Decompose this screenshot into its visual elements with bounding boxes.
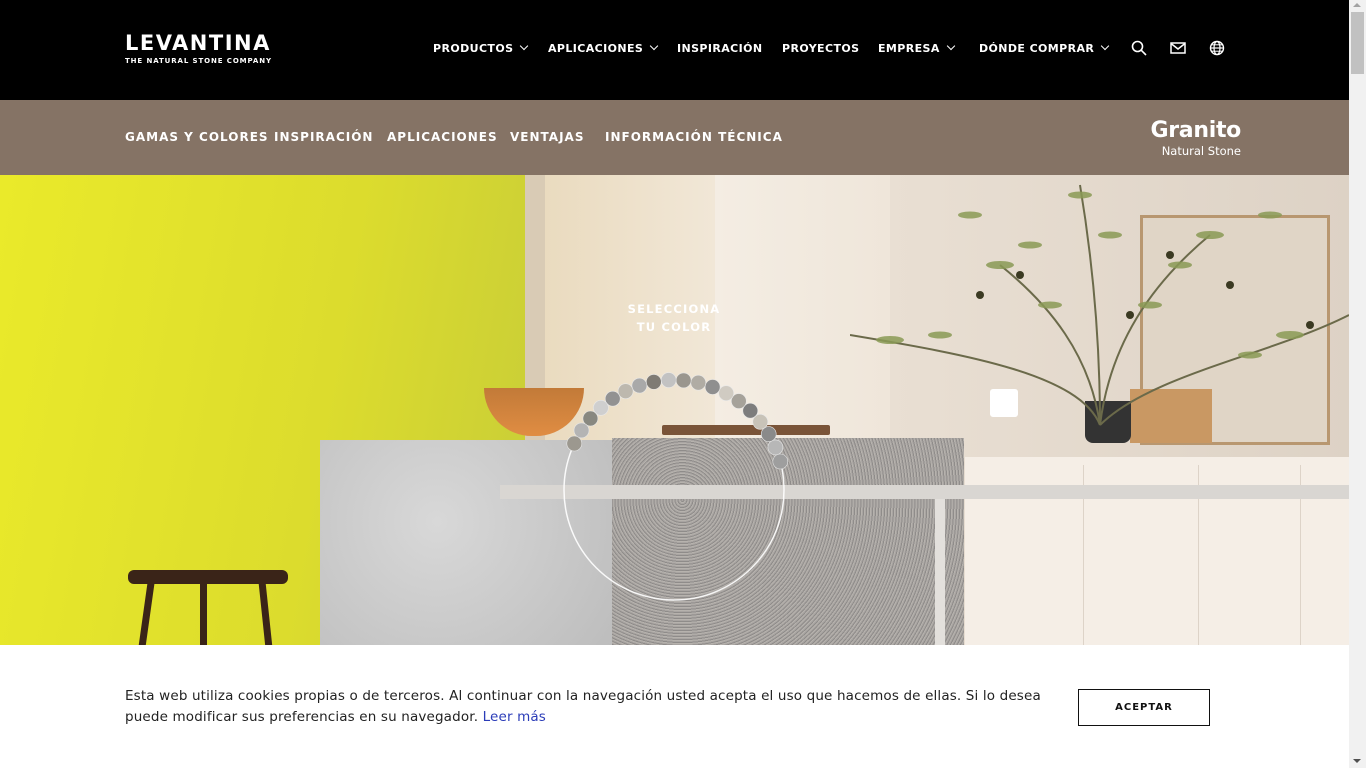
globe-icon[interactable] — [1209, 40, 1225, 56]
cookie-text: Esta web utiliza cookies propias o de te… — [125, 688, 1041, 725]
nav-inspiracion[interactable]: INSPIRACIÓN — [677, 40, 762, 56]
nav-aplicaciones[interactable]: APLICACIONES — [548, 40, 659, 56]
olive-plant — [850, 184, 1349, 426]
scrollbar-thumb[interactable] — [1351, 12, 1364, 74]
subnav-informacion-tecnica[interactable]: INFORMACIÓN TÉCNICA — [605, 130, 783, 144]
nav-label: EMPRESA — [878, 41, 940, 55]
mail-icon[interactable] — [1170, 40, 1186, 56]
nav-label: PRODUCTOS — [433, 41, 514, 55]
white-stone-block — [320, 440, 612, 645]
nav-label: PROYECTOS — [782, 41, 860, 55]
nav-donde-comprar[interactable]: DÓNDE COMPRAR — [979, 40, 1110, 56]
nav-proyectos[interactable]: PROYECTOS — [782, 40, 859, 56]
select-color-line2: TU COLOR — [636, 320, 712, 334]
chevron-down-icon — [1101, 41, 1110, 51]
product-brand: Granito Natural Stone — [1151, 118, 1242, 158]
nav-productos[interactable]: PRODUCTOS — [433, 40, 529, 56]
logo-wordmark: LEVANTINA — [125, 31, 271, 55]
subnav-aplicaciones[interactable]: APLICACIONES — [387, 130, 498, 144]
read-more-link[interactable]: Leer más — [483, 709, 546, 725]
chevron-down-icon — [520, 41, 529, 51]
scroll-up-arrow-icon[interactable] — [1353, 3, 1361, 7]
chevron-down-icon — [649, 41, 659, 51]
nav-label: APLICACIONES — [548, 41, 644, 55]
subnav-ventajas[interactable]: VENTAJAS — [510, 130, 584, 144]
nav-label: DÓNDE COMPRAR — [979, 41, 1095, 55]
cookie-message: Esta web utiliza cookies propias o de te… — [125, 686, 1065, 728]
granite-block — [612, 438, 964, 645]
nav-empresa[interactable]: EMPRESA — [878, 40, 955, 56]
brand-subtitle: Natural Stone — [1161, 144, 1241, 158]
subnav-inspiracion[interactable]: INSPIRACIÓN — [274, 130, 373, 144]
accept-cookies-button[interactable]: ACEPTAR — [1078, 689, 1210, 726]
subnav-gamas-y-colores[interactable]: GAMAS Y COLORES — [125, 130, 269, 144]
hero-image — [0, 175, 1349, 645]
select-color-button[interactable]: SELECCIONA TU COLOR — [610, 300, 738, 336]
chevron-down-icon — [946, 41, 955, 51]
levantina-logo[interactable]: LEVANTINA THE NATURAL STONE COMPANY — [125, 32, 272, 65]
stool-leg — [200, 580, 207, 645]
brand-title: Granito — [1150, 118, 1242, 143]
select-color-line1: SELECCIONA — [627, 302, 721, 316]
cutting-board — [662, 425, 830, 435]
page-scrollbar[interactable] — [1349, 0, 1366, 768]
search-icon[interactable] — [1131, 40, 1147, 56]
logo-tagline: THE NATURAL STONE COMPANY — [125, 57, 272, 65]
table-leg — [935, 499, 945, 645]
table-top — [500, 485, 1349, 499]
nav-label: INSPIRACIÓN — [677, 41, 763, 55]
scroll-down-arrow-icon[interactable] — [1353, 759, 1361, 763]
